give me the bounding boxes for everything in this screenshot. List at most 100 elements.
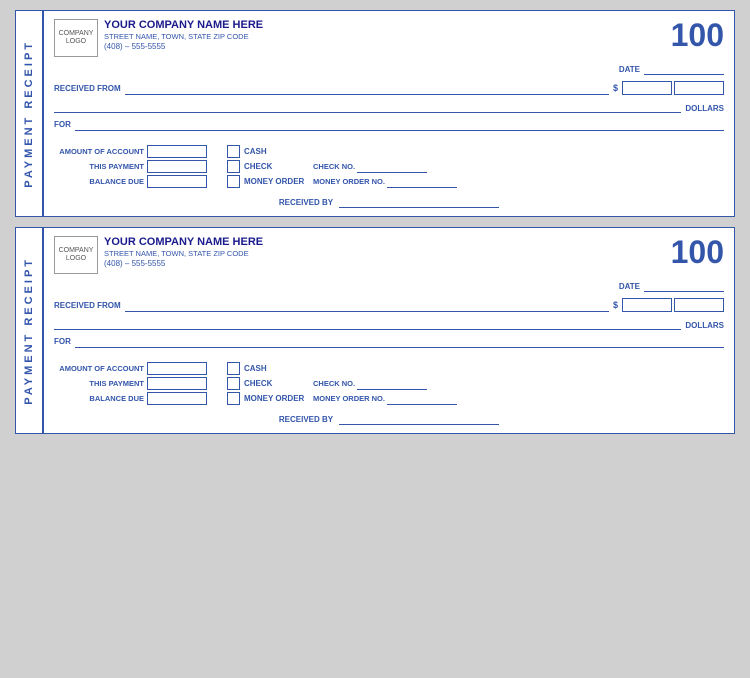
company-logo-2: COMPANY LOGO	[54, 236, 98, 274]
received-from-label-1: RECEIVED FROM	[54, 84, 121, 93]
money-order-checkbox-1[interactable]	[227, 175, 240, 188]
cash-checkbox-1[interactable]	[227, 145, 240, 158]
amount-of-account-label-1: AMOUNT OF ACCOUNT	[54, 147, 144, 156]
receipt-number-1: 100	[671, 19, 724, 51]
payment-methods-2: CASH CHECK CHECK NO. MONEY ORDER MONEY O…	[227, 362, 457, 405]
received-from-field-1[interactable]	[125, 81, 609, 95]
company-details-2: YOUR COMPANY NAME HERE STREET NAME, TOWN…	[104, 236, 263, 268]
check-checkbox-1[interactable]	[227, 160, 240, 173]
amount-box-2b[interactable]	[674, 298, 724, 312]
for-row-1: FOR	[54, 117, 724, 131]
dollars-label-2: DOLLARS	[685, 321, 724, 330]
cash-checkbox-2[interactable]	[227, 362, 240, 375]
cash-label-1: CASH	[244, 147, 309, 156]
date-label-2: DATE	[619, 282, 640, 291]
received-from-row-2: RECEIVED FROM $	[54, 298, 724, 312]
received-by-field-2[interactable]	[339, 413, 499, 425]
date-row-1: DATE	[54, 63, 724, 75]
amounts-table-2: AMOUNT OF ACCOUNT THIS PAYMENT BALANCE D…	[54, 362, 207, 405]
money-order-row-1: MONEY ORDER MONEY ORDER NO.	[227, 175, 457, 188]
for-label-2: FOR	[54, 337, 71, 346]
bottom-section-2: AMOUNT OF ACCOUNT THIS PAYMENT BALANCE D…	[54, 362, 724, 405]
dollar-sign-1: $	[613, 83, 618, 93]
cash-row-2: CASH	[227, 362, 457, 375]
money-order-checkbox-2[interactable]	[227, 392, 240, 405]
date-field-2[interactable]	[644, 280, 724, 292]
company-phone-2: (408) – 555-5555	[104, 259, 263, 268]
receipt-number-2: 100	[671, 236, 724, 268]
balance-due-field-1[interactable]	[147, 175, 207, 188]
check-label-2: CHECK	[244, 379, 309, 388]
received-by-field-1[interactable]	[339, 196, 499, 208]
date-field-1[interactable]	[644, 63, 724, 75]
money-order-no-field-2[interactable]	[387, 393, 457, 405]
received-by-label-1: RECEIVED BY	[279, 198, 333, 207]
payment-methods-1: CASH CHECK CHECK NO. MONEY ORDER MONEY O…	[227, 145, 457, 188]
header-row-2: COMPANY LOGO YOUR COMPANY NAME HERE STRE…	[54, 236, 724, 274]
balance-due-label-2: BALANCE DUE	[54, 394, 144, 403]
received-by-label-2: RECEIVED BY	[279, 415, 333, 424]
dollars-row-2: DOLLARS	[54, 316, 724, 330]
company-details-1: YOUR COMPANY NAME HERE STREET NAME, TOWN…	[104, 19, 263, 51]
dollars-label-1: DOLLARS	[685, 104, 724, 113]
dollars-line-1[interactable]	[54, 99, 681, 113]
check-no-field-1[interactable]	[357, 161, 427, 173]
money-order-no-section-1: MONEY ORDER NO.	[313, 176, 457, 188]
dollars-line-2[interactable]	[54, 316, 681, 330]
check-no-field-2[interactable]	[357, 378, 427, 390]
check-checkbox-2[interactable]	[227, 377, 240, 390]
amount-box-1b[interactable]	[674, 81, 724, 95]
bottom-section-1: AMOUNT OF ACCOUNT THIS PAYMENT BALANCE D…	[54, 145, 724, 188]
amount-of-account-label-2: AMOUNT OF ACCOUNT	[54, 364, 144, 373]
company-logo-1: COMPANY LOGO	[54, 19, 98, 57]
receipt-1: PAYMENT RECEIPT COMPANY LOGO YOUR COMPAN…	[15, 10, 735, 217]
balance-due-row-1: BALANCE DUE	[54, 175, 207, 188]
side-label-1: PAYMENT RECEIPT	[16, 11, 44, 216]
balance-due-field-2[interactable]	[147, 392, 207, 405]
date-label-1: DATE	[619, 65, 640, 74]
for-label-1: FOR	[54, 120, 71, 129]
check-no-label-2: CHECK NO.	[313, 379, 355, 388]
money-order-no-label-1: MONEY ORDER NO.	[313, 177, 385, 186]
balance-due-label-1: BALANCE DUE	[54, 177, 144, 186]
money-order-label-1: MONEY ORDER	[244, 177, 309, 186]
date-row-2: DATE	[54, 280, 724, 292]
amount-of-account-field-1[interactable]	[147, 145, 207, 158]
received-by-row-2: RECEIVED BY	[54, 413, 724, 425]
cash-row-1: CASH	[227, 145, 457, 158]
check-label-1: CHECK	[244, 162, 309, 171]
cash-label-2: CASH	[244, 364, 309, 373]
amount-of-account-field-2[interactable]	[147, 362, 207, 375]
amount-boxes-1	[622, 81, 724, 95]
money-order-no-label-2: MONEY ORDER NO.	[313, 394, 385, 403]
check-no-label-1: CHECK NO.	[313, 162, 355, 171]
this-payment-label-2: THIS PAYMENT	[54, 379, 144, 388]
company-address-2: STREET NAME, TOWN, STATE ZIP CODE	[104, 249, 263, 258]
company-name-2: YOUR COMPANY NAME HERE	[104, 236, 263, 248]
for-field-1[interactable]	[75, 117, 724, 131]
dollars-row-1: DOLLARS	[54, 99, 724, 113]
for-field-2[interactable]	[75, 334, 724, 348]
dollar-sign-2: $	[613, 300, 618, 310]
amount-boxes-2	[622, 298, 724, 312]
received-from-field-2[interactable]	[125, 298, 609, 312]
check-row-2: CHECK CHECK NO.	[227, 377, 457, 390]
company-name-1: YOUR COMPANY NAME HERE	[104, 19, 263, 31]
check-no-section-2: CHECK NO.	[313, 378, 427, 390]
money-order-label-2: MONEY ORDER	[244, 394, 309, 403]
this-payment-field-2[interactable]	[147, 377, 207, 390]
amount-box-2a[interactable]	[622, 298, 672, 312]
receipt-body-1: COMPANY LOGO YOUR COMPANY NAME HERE STRE…	[44, 11, 734, 216]
amount-of-account-row-1: AMOUNT OF ACCOUNT	[54, 145, 207, 158]
this-payment-row-1: THIS PAYMENT	[54, 160, 207, 173]
amount-box-1a[interactable]	[622, 81, 672, 95]
company-phone-1: (408) – 555-5555	[104, 42, 263, 51]
this-payment-field-1[interactable]	[147, 160, 207, 173]
this-payment-row-2: THIS PAYMENT	[54, 377, 207, 390]
amount-of-account-row-2: AMOUNT OF ACCOUNT	[54, 362, 207, 375]
this-payment-label-1: THIS PAYMENT	[54, 162, 144, 171]
check-no-section-1: CHECK NO.	[313, 161, 427, 173]
money-order-no-field-1[interactable]	[387, 176, 457, 188]
balance-due-row-2: BALANCE DUE	[54, 392, 207, 405]
received-from-label-2: RECEIVED FROM	[54, 301, 121, 310]
